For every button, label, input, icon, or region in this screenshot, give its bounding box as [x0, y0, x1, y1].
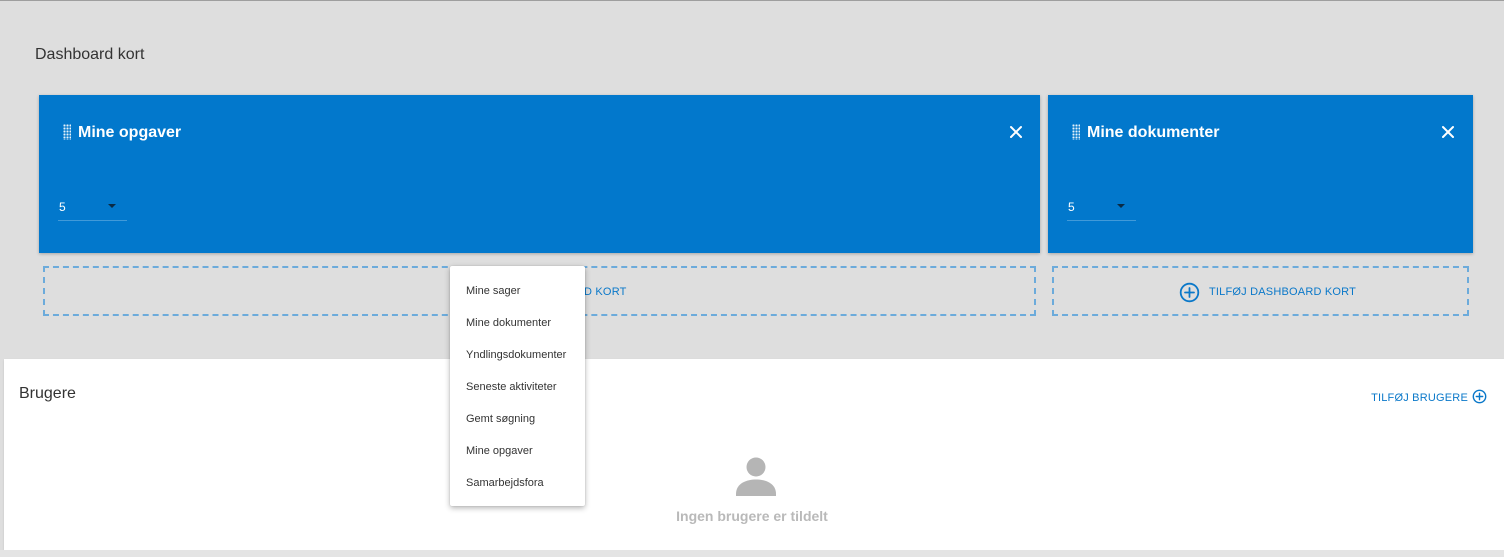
count-select-value: 5: [1068, 200, 1075, 214]
menu-item-seneste-aktiviteter[interactable]: Seneste aktiviteter: [450, 371, 585, 403]
chevron-down-icon: [108, 204, 116, 208]
menu-item-yndlingsdokumenter[interactable]: Yndlingsdokumenter: [450, 339, 585, 371]
count-select-value: 5: [59, 200, 66, 214]
card-title: Mine dokumenter: [1087, 124, 1220, 141]
menu-item-samarbejdsfora[interactable]: Samarbejdsfora: [450, 467, 585, 499]
section-title: Dashboard kort: [35, 46, 145, 63]
count-select[interactable]: 5: [1067, 196, 1136, 221]
users-panel: Brugere TILFØJ BRUGERE Ingen brugere er …: [4, 359, 1504, 550]
drag-handle-icon[interactable]: [63, 124, 71, 140]
add-dashboard-card-button[interactable]: TILFØJ DASHBOARD KORT: [1052, 266, 1469, 316]
menu-item-mine-dokumenter[interactable]: Mine dokumenter: [450, 307, 585, 339]
menu-item-mine-sager[interactable]: Mine sager: [450, 275, 585, 307]
card-title: Mine opgaver: [78, 124, 182, 141]
add-users-button[interactable]: TILFØJ BRUGERE: [1371, 389, 1487, 407]
add-card-menu: Mine sager Mine dokumenter Yndlingsdokum…: [450, 266, 585, 506]
count-select[interactable]: 5: [58, 196, 127, 221]
menu-item-mine-opgaver[interactable]: Mine opgaver: [450, 435, 585, 467]
drag-handle-icon[interactable]: [1072, 124, 1080, 140]
dashboard-card-mine-opgaver: Mine opgaver 5: [39, 95, 1040, 253]
bottom-divider: [0, 550, 1504, 557]
person-icon: [735, 456, 777, 498]
close-icon[interactable]: [1439, 123, 1457, 141]
dashboard-card-mine-dokumenter: Mine dokumenter 5: [1048, 95, 1473, 253]
empty-state-text: Ingen brugere er tildelt: [676, 508, 828, 524]
add-dashboard-card-label: D KORT: [584, 286, 627, 298]
top-divider: [0, 0, 1504, 1]
add-circle-icon: [1179, 282, 1200, 303]
add-circle-icon: [1472, 389, 1487, 407]
close-icon[interactable]: [1007, 123, 1025, 141]
chevron-down-icon: [1117, 204, 1125, 208]
users-title: Brugere: [19, 385, 76, 402]
menu-item-gemt-soegning[interactable]: Gemt søgning: [450, 403, 585, 435]
add-dashboard-card-label: TILFØJ DASHBOARD KORT: [1209, 286, 1357, 298]
add-users-label: TILFØJ BRUGERE: [1371, 392, 1468, 404]
